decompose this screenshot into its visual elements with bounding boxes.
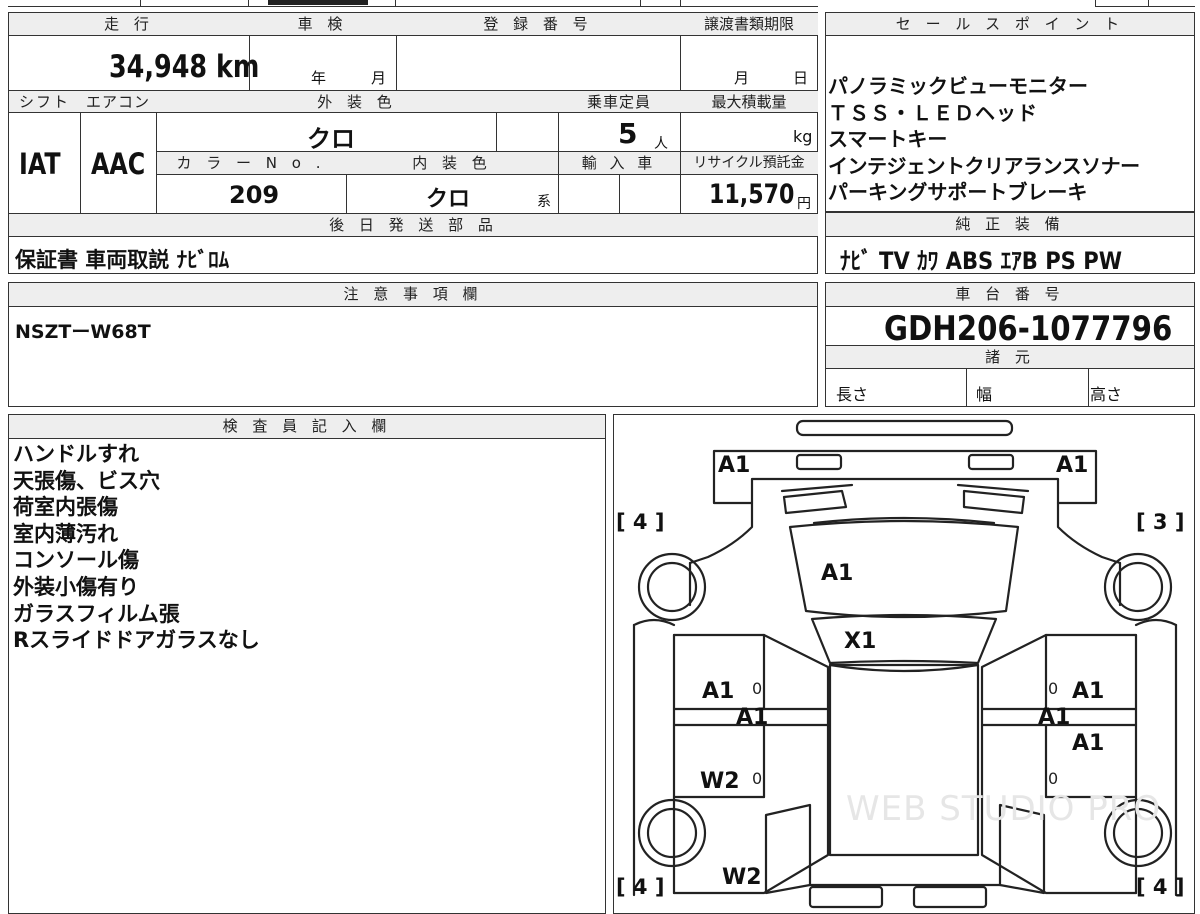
mark-left-rear-door: W2	[700, 769, 740, 794]
mark-left-rocker: A1	[736, 705, 769, 730]
header-import: 輸 入 車	[558, 151, 680, 175]
spec-length: 長さ	[836, 385, 869, 404]
header-transfer-deadline: 譲渡書類期限	[680, 13, 818, 36]
notes-panel: 注 意 事 項 欄 NSZTーW68T	[8, 282, 818, 407]
inspector-note-item: 外装小傷有り	[13, 574, 139, 599]
header-specs: 諸 元	[826, 345, 1194, 369]
mark-right-rear-door: A1	[1072, 731, 1105, 756]
color-no-value: 209	[229, 181, 280, 209]
header-exterior-color: 外 装 色	[156, 90, 558, 113]
notes-value: NSZTーW68T	[15, 321, 151, 343]
sales-point-item: スマートキー	[828, 127, 948, 151]
header-color-no: カ ラ ー N o .	[156, 151, 346, 175]
inspector-notes-panel: 検 査 員 記 入 欄 ハンドルすれ 天張傷、ビス穴 荷室内張傷 室内薄汚れ コ…	[8, 414, 606, 914]
watermark: WEB STUDIO PRO	[846, 789, 1162, 829]
tire-rear-left-grade: [ 4 ]	[616, 875, 665, 899]
sales-point-item: パーキングサポートブレーキ	[828, 180, 1088, 204]
inspector-notes-list: ハンドルすれ 天張傷、ビス穴 荷室内張傷 室内薄汚れ コンソール傷 外装小傷有り…	[13, 441, 603, 654]
top-cut-row	[0, 0, 1200, 8]
header-inspection: 車 検	[249, 13, 396, 36]
mark-left-rear-quarter: W2	[722, 865, 762, 890]
condition-diagram-panel: [ 4 ] [ 3 ] [ 4 ] [ 4 ] A1 A1 A1 X1 A1 0…	[613, 414, 1195, 914]
mark-left-rear-door-zero: 0	[752, 769, 763, 788]
header-chassis-no: 車 台 番 号	[826, 283, 1194, 307]
mark-left-front-door-zero: 0	[752, 679, 763, 698]
mark-right-rocker: A1	[1038, 705, 1071, 730]
mark-right-rear-door-zero: 0	[1048, 769, 1059, 788]
inspection-year-unit: 年	[311, 69, 327, 87]
interior-color-suffix: 系	[537, 194, 551, 210]
header-shift: シフト	[9, 90, 80, 113]
header-notes: 注 意 事 項 欄	[9, 283, 817, 307]
header-sales-points: セ ー ル ス ポ イ ン ト	[826, 13, 1194, 36]
sales-points-list: パノラミックビューモニター ＴＳＳ・ＬＥＤヘッド スマートキー インテジェントク…	[828, 73, 1194, 206]
inspector-note-item: Rスライドドアガラスなし	[13, 628, 260, 653]
chassis-panel: 車 台 番 号 GDH206-1077796 諸 元 長さ 幅 高さ	[825, 282, 1195, 407]
inspector-note-item: コンソール傷	[13, 548, 139, 573]
sales-points-panel: セ ー ル ス ポ イ ン ト パノラミックビューモニター ＴＳＳ・ＬＥＤヘッド…	[825, 12, 1195, 212]
header-recycle: リサイクル預託金	[680, 151, 818, 175]
vehicle-info-table: 走 行 車 検 登 録 番 号 譲渡書類期限 34,948 km 年 月 月 日…	[8, 12, 818, 274]
inspector-note-item: ハンドルすれ	[13, 442, 139, 466]
sales-point-item: ＴＳＳ・ＬＥＤヘッド	[828, 100, 1038, 125]
header-inspector: 検 査 員 記 入 欄	[9, 415, 605, 439]
mark-front-left-corner: A1	[718, 453, 751, 478]
spec-height: 高さ	[1090, 385, 1123, 404]
header-aircon: エアコン	[80, 90, 156, 113]
inspection-month-unit: 月	[371, 69, 387, 87]
capacity-unit: 人	[654, 136, 668, 152]
tire-front-left-grade: [ 4 ]	[616, 510, 665, 534]
mark-roof-front: X1	[844, 629, 877, 654]
deadline-day-unit: 日	[793, 69, 809, 87]
inspector-note-item: 室内薄汚れ	[13, 521, 118, 546]
header-genuine-equipment: 純 正 装 備	[826, 213, 1194, 237]
deadline-month-unit: 月	[734, 69, 750, 87]
header-capacity: 乗車定員	[558, 90, 680, 113]
later-parts-value: 保証書 車両取説 ﾅﾋﾞﾛﾑ	[15, 248, 230, 272]
header-mileage: 走 行	[9, 13, 249, 36]
sales-point-item: インテジェントクリアランスソナー	[828, 153, 1140, 178]
header-interior-color: 内 装 色	[346, 151, 558, 175]
aircon-value: AAC	[91, 147, 146, 181]
tire-rear-right-grade: [ 4 ]	[1136, 875, 1185, 899]
chassis-no-value: GDH206-1077796	[884, 309, 1173, 349]
mark-windshield: A1	[821, 561, 854, 586]
genuine-equipment-value: ﾅﾋﾞ TV ｶﾜ ABS ｴｱB PS PW	[840, 247, 1123, 275]
mark-left-front-door: A1	[702, 679, 735, 704]
mileage-value: 34,948 km	[109, 49, 260, 85]
genuine-equipment-panel: 純 正 装 備 ﾅﾋﾞ TV ｶﾜ ABS ｴｱB PS PW	[825, 212, 1195, 275]
capacity-value: 5	[618, 117, 638, 150]
recycle-fee-unit: 円	[797, 196, 811, 212]
mark-right-front-door: A1	[1072, 679, 1105, 704]
interior-color-value: クロ	[426, 187, 471, 212]
shift-value: IAT	[19, 147, 61, 181]
spec-width: 幅	[976, 385, 993, 404]
sales-point-item: パノラミックビューモニター	[828, 74, 1088, 98]
max-load-unit: kg	[793, 127, 813, 146]
tire-front-right-grade: [ 3 ]	[1136, 510, 1185, 534]
exterior-color-value: クロ	[307, 125, 355, 153]
header-max-load: 最大積載量	[680, 90, 818, 113]
mark-right-front-door-zero: 0	[1048, 679, 1059, 698]
inspector-note-item: ガラスフィルム張	[13, 601, 180, 626]
header-later-parts: 後 日 発 送 部 品	[9, 213, 818, 237]
inspector-note-item: 荷室内張傷	[13, 495, 118, 520]
inspector-note-item: 天張傷、ビス穴	[13, 468, 160, 493]
header-registration: 登 録 番 号	[396, 13, 680, 36]
mark-front-right-corner: A1	[1056, 453, 1089, 478]
car-body-diagram	[632, 419, 1178, 909]
